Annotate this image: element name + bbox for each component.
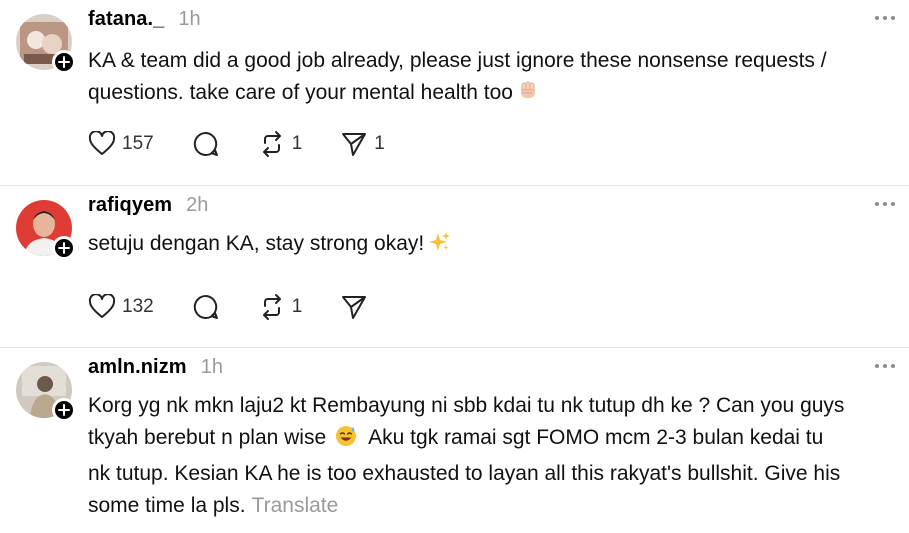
post-header: fatana._ 1h bbox=[88, 8, 201, 31]
send-icon bbox=[342, 133, 367, 156]
reply-button[interactable] bbox=[192, 293, 220, 321]
follow-plus-icon[interactable] bbox=[52, 50, 76, 74]
post-text-line: questions. take care of your mental heal… bbox=[88, 77, 827, 113]
post-text: Korg yg nk mkn laju2 kt Rembayung ni sbb… bbox=[88, 390, 844, 522]
translate-link[interactable]: Translate bbox=[252, 494, 339, 517]
like-button[interactable]: 157 bbox=[88, 131, 154, 157]
sparkles-emoji-icon bbox=[427, 230, 451, 264]
more-options-icon[interactable] bbox=[875, 12, 897, 24]
more-options-icon[interactable] bbox=[875, 360, 897, 372]
avatar[interactable] bbox=[16, 200, 76, 260]
repost-count: 1 bbox=[291, 296, 303, 317]
avatar[interactable] bbox=[16, 14, 76, 74]
follow-plus-icon[interactable] bbox=[52, 398, 76, 422]
post-text: setuju dengan KA, stay strong okay! bbox=[88, 228, 451, 264]
heart-icon bbox=[88, 131, 116, 155]
share-count: 1 bbox=[374, 133, 385, 154]
username[interactable]: fatana._ bbox=[88, 8, 164, 31]
heart-icon bbox=[88, 294, 116, 318]
reply-bubble-icon bbox=[193, 294, 218, 319]
post-text-line: setuju dengan KA, stay strong okay! bbox=[88, 228, 451, 264]
share-button[interactable] bbox=[340, 293, 368, 321]
repost-icon bbox=[262, 294, 281, 320]
timestamp: 1h bbox=[200, 356, 223, 378]
post-text-line: Korg yg nk mkn laju2 kt Rembayung ni sbb… bbox=[88, 394, 845, 417]
post-text-line: tkyah berebut n plan wise Aku tgk ramai … bbox=[88, 422, 844, 458]
post-text-line: KA & team did a good job already, please… bbox=[88, 49, 827, 72]
post-text: KA & team did a good job already, please… bbox=[88, 45, 827, 113]
repost-icon bbox=[262, 131, 281, 157]
reply-bubble-icon bbox=[193, 131, 218, 156]
like-button[interactable]: 132 bbox=[88, 294, 154, 320]
repost-button[interactable]: 1 bbox=[258, 293, 303, 321]
repost-button[interactable]: 1 bbox=[258, 130, 303, 158]
sweat-smile-emoji-icon bbox=[334, 424, 358, 458]
timestamp: 1h bbox=[178, 8, 201, 30]
share-button[interactable]: 1 bbox=[340, 130, 385, 158]
like-count: 132 bbox=[122, 296, 154, 317]
follow-plus-icon[interactable] bbox=[52, 236, 76, 260]
more-options-icon[interactable] bbox=[875, 198, 897, 210]
post-actions: 132 1 bbox=[88, 293, 406, 321]
username[interactable]: rafiqyem bbox=[88, 194, 172, 217]
post-text-line: some time la pls. Translate bbox=[88, 494, 339, 517]
post-header: amln.nizm 1h bbox=[88, 356, 223, 379]
fist-emoji-icon bbox=[516, 79, 540, 113]
post-fatana: fatana._ 1h KA & team did a good job alr… bbox=[0, 0, 909, 186]
reply-button[interactable] bbox=[192, 130, 220, 158]
post-amln-nizm: amln.nizm 1h Korg yg nk mkn laju2 kt Rem… bbox=[0, 348, 909, 533]
post-actions: 157 1 1 bbox=[88, 130, 423, 158]
like-count: 157 bbox=[122, 133, 154, 154]
send-icon bbox=[342, 296, 367, 319]
post-text-line: nk tutup. Kesian KA he is too exhausted … bbox=[88, 462, 841, 485]
avatar[interactable] bbox=[16, 362, 76, 422]
post-header: rafiqyem 2h bbox=[88, 194, 208, 217]
post-rafiqyem: rafiqyem 2h setuju dengan KA, stay stron… bbox=[0, 186, 909, 348]
timestamp: 2h bbox=[186, 194, 209, 216]
repost-count: 1 bbox=[291, 133, 303, 154]
username[interactable]: amln.nizm bbox=[88, 356, 187, 379]
